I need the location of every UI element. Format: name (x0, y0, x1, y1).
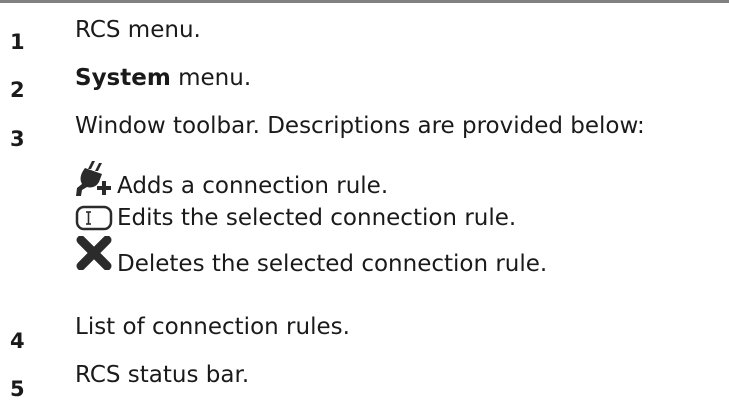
toolbar-desc-delete-text: Deletes the selected connection rule. (117, 251, 548, 277)
toolbar-desc-add-text: Adds a connection rule. (117, 173, 389, 199)
item-text-2-rest: menu. (170, 65, 252, 91)
toolbar-desc-edit-text: Edits the selected connection rule. (117, 205, 517, 231)
item-number-1: 1 (10, 30, 25, 54)
item-text-5: RCS status bar. (75, 362, 250, 388)
item-text-1: RCS menu. (75, 17, 201, 43)
delete-icon (76, 236, 112, 270)
system-keyword: System (75, 65, 171, 91)
item-text-4: List of connection rules. (75, 314, 350, 340)
edit-icon (75, 205, 113, 231)
item-number-2: 2 (10, 78, 25, 102)
top-divider (0, 0, 729, 3)
item-text-2: System menu. (75, 64, 251, 92)
item-number-4: 4 (10, 329, 25, 353)
item-number-3: 3 (10, 127, 25, 151)
item-text-3: Window toolbar. Descriptions are provide… (75, 113, 645, 139)
add-connection-rule-icon (76, 161, 111, 196)
item-number-5: 5 (10, 377, 25, 401)
